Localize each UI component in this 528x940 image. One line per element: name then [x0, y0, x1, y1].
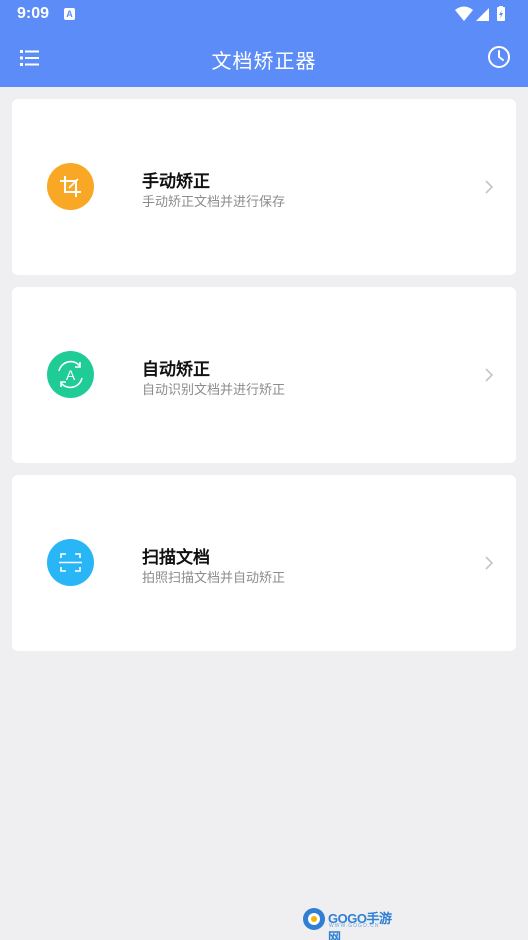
chevron-right-icon — [485, 180, 494, 194]
scan-document-card[interactable]: 扫描文档 拍照扫描文档并自动矫正 — [12, 475, 516, 651]
gogo-logo-icon — [303, 908, 325, 930]
app-bar: 文档矫正器 — [0, 30, 528, 87]
card-subtitle: 手动矫正文档并进行保存 — [142, 195, 286, 210]
card-title: 手动矫正 — [142, 172, 210, 192]
manual-correct-card[interactable]: 手动矫正 手动矫正文档并进行保存 — [12, 99, 516, 275]
auto-correct-card[interactable]: A 自动矫正 自动识别文档并进行矫正 — [12, 287, 516, 463]
chevron-right-icon — [485, 556, 494, 570]
watermark-logo: GOGO手游网 WWW.GOGO.CN — [301, 906, 403, 940]
scan-icon — [47, 539, 94, 586]
status-bar: 9:09 A — [0, 0, 528, 30]
chevron-right-icon — [485, 368, 494, 382]
card-subtitle: 拍照扫描文档并自动矫正 — [142, 571, 286, 586]
status-time: 9:09 — [17, 5, 50, 22]
system-status-icons — [455, 6, 505, 21]
svg-text:A: A — [66, 367, 76, 383]
crop-icon — [47, 163, 94, 210]
clock-icon[interactable] — [487, 45, 511, 69]
page-title: 文档矫正器 — [211, 49, 317, 73]
card-title: 扫描文档 — [142, 548, 210, 568]
wifi-icon — [455, 6, 473, 21]
auto-a-icon: A — [47, 351, 94, 398]
card-subtitle: 自动识别文档并进行矫正 — [142, 383, 286, 398]
signal-icon — [476, 8, 489, 21]
card-title: 自动矫正 — [142, 360, 210, 380]
watermark-url: WWW.GOGO.CN — [329, 923, 380, 929]
a-notification-icon: A — [64, 8, 75, 20]
